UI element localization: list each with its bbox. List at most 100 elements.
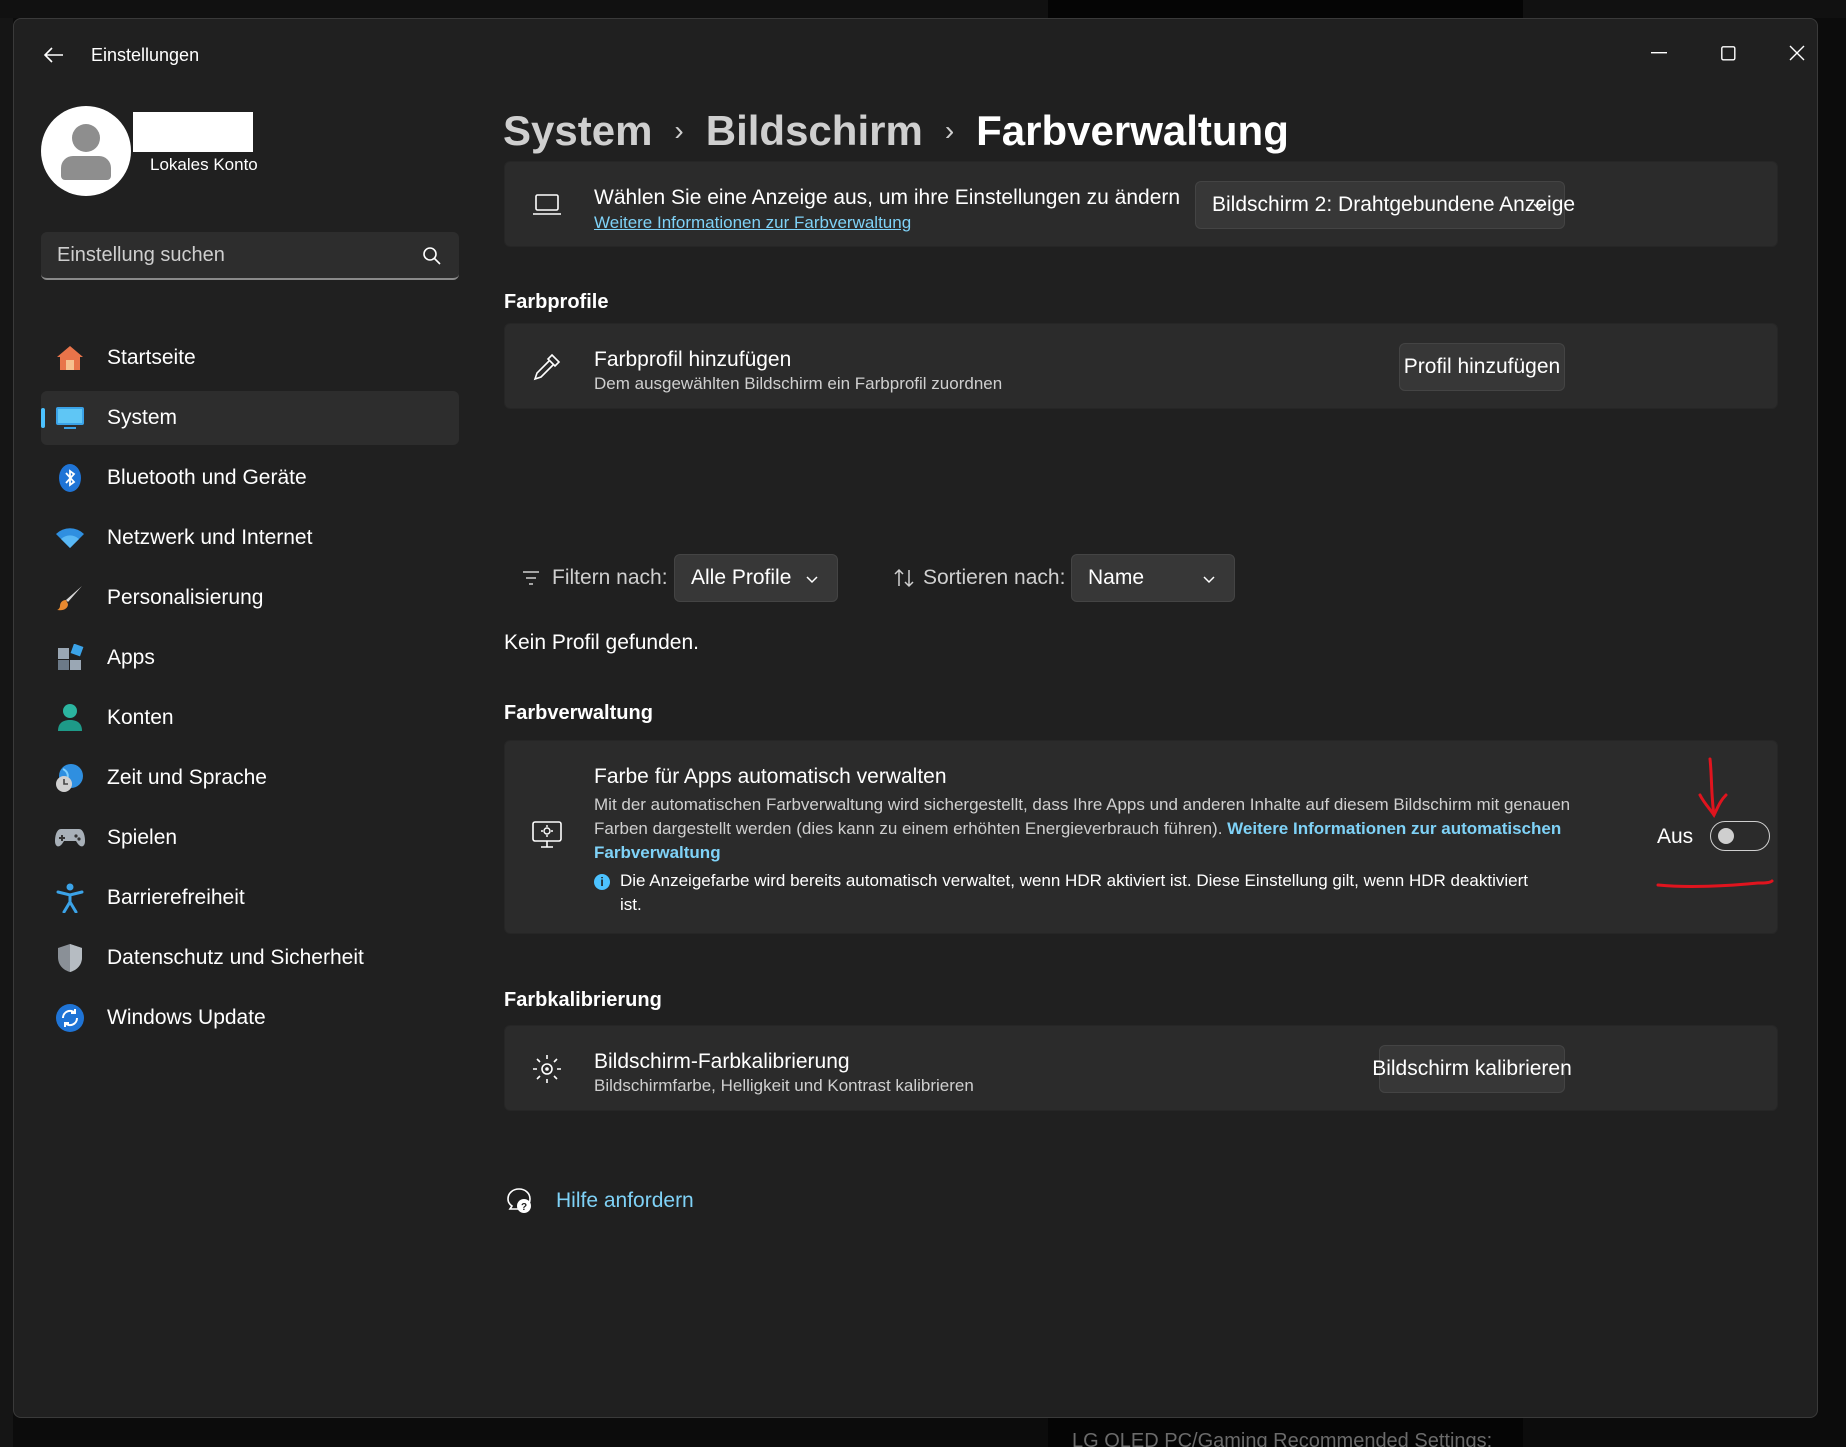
sidebar-item-label: Netzwerk und Internet [107, 526, 313, 549]
no-profile-message: Kein Profil gefunden. [504, 631, 699, 654]
filter-dropdown[interactable]: Alle Profile [674, 554, 838, 602]
breadcrumb: System › Bildschirm › Farbverwaltung [503, 107, 1289, 155]
close-button[interactable] [1767, 33, 1817, 73]
svg-text:?: ? [521, 1202, 527, 1213]
help-icon: ? [507, 1188, 531, 1213]
add-profile-button[interactable]: Profil hinzufügen [1399, 343, 1565, 391]
section-title-farbkalibrierung: Farbkalibrierung [504, 989, 662, 1011]
display-select-title: Wählen Sie eine Anzeige aus, um ihre Ein… [594, 186, 1181, 209]
minimize-button[interactable] [1629, 33, 1689, 73]
filter-label: Filtern nach: [552, 566, 668, 589]
display-color-icon [529, 817, 565, 853]
calibration-subtitle: Bildschirmfarbe, Helligkeit und Kontrast… [594, 1076, 974, 1095]
chevron-right-icon: › [944, 115, 955, 146]
sidebar-item-datenschutz[interactable]: Datenschutz und Sicherheit [41, 931, 459, 985]
brightness-icon [529, 1051, 565, 1087]
sidebar-item-system[interactable]: System [41, 391, 459, 445]
calibration-title: Bildschirm-Farbkalibrierung [594, 1050, 850, 1073]
sidebar-nav: Startseite System Bluetooth und Geräte N… [41, 331, 459, 1051]
avatar-body [61, 156, 111, 180]
sidebar-item-label: Startseite [107, 346, 196, 369]
sidebar-item-spielen[interactable]: Spielen [41, 811, 459, 865]
sidebar-item-personalisierung[interactable]: Personalisierung [41, 571, 459, 625]
chevron-down-icon [1533, 203, 1545, 211]
sidebar-item-label: Konten [107, 706, 174, 729]
hdr-info-text: Die Anzeigefarbe wird bereits automatisc… [620, 871, 1528, 914]
background-top-strip [0, 0, 1846, 18]
chevron-right-icon: › [674, 115, 684, 146]
sidebar-item-label: Windows Update [107, 1006, 266, 1029]
accessibility-icon [55, 883, 85, 913]
close-icon [1789, 45, 1805, 61]
search-box[interactable] [41, 232, 459, 280]
brush-icon [55, 583, 85, 613]
add-profile-subtitle: Dem ausgewählten Bildschirm ein Farbprof… [594, 374, 1003, 393]
sort-dropdown-value: Name [1088, 566, 1145, 589]
sidebar-item-konten[interactable]: Konten [41, 691, 459, 745]
user-name-redacted [133, 112, 253, 152]
background-text: LG OLED PC/Gaming Recommended Settings: [1072, 1430, 1493, 1447]
sidebar-item-windows-update[interactable]: Windows Update [41, 991, 459, 1045]
maximize-icon [1720, 45, 1736, 61]
chevron-down-icon [806, 576, 818, 584]
color-management-info-link[interactable]: Weitere Informationen zur Farbverwaltung [594, 213, 911, 233]
sidebar-item-label: System [107, 406, 178, 429]
breadcrumb-item-system[interactable]: System [503, 107, 652, 155]
section-title-farbprofile: Farbprofile [504, 291, 609, 313]
laptop-icon [529, 187, 565, 223]
toggle-state-label: Aus [1657, 825, 1694, 848]
sort-label: Sortieren nach: [923, 566, 1066, 589]
sidebar-item-bluetooth[interactable]: Bluetooth und Geräte [41, 451, 459, 505]
sort-dropdown[interactable]: Name [1071, 554, 1235, 602]
auto-color-description: Mit der automatischen Farbverwaltung wir… [594, 793, 1574, 865]
sidebar-item-startseite[interactable]: Startseite [41, 331, 459, 385]
minimize-icon [1651, 52, 1667, 54]
apps-icon [55, 643, 85, 673]
calibration-card: Bildschirm-Farbkalibrierung Bildschirmfa… [504, 1025, 1778, 1111]
display-dropdown[interactable]: Bildschirm 2: Drahtgebundene Anzeige [1195, 181, 1575, 229]
search-icon[interactable] [422, 246, 442, 266]
display-dropdown-value: Bildschirm 2: Drahtgebundene Anzeige [1212, 193, 1576, 216]
calibrate-button[interactable]: Bildschirm kalibrieren [1372, 1045, 1572, 1093]
display-select-card: Wählen Sie eine Anzeige aus, um ihre Ein… [504, 161, 1778, 247]
sidebar-item-label: Spielen [107, 826, 178, 849]
sidebar-item-apps[interactable]: Apps [41, 631, 459, 685]
sidebar-item-label: Personalisierung [107, 586, 264, 609]
maximize-button[interactable] [1698, 33, 1758, 73]
sidebar-item-zeit-sprache[interactable]: Zeit und Sprache [41, 751, 459, 805]
shield-icon [55, 943, 85, 973]
sidebar-item-barrierefreiheit[interactable]: Barrierefreiheit [41, 871, 459, 925]
wifi-icon [55, 523, 85, 553]
sort-icon [894, 568, 914, 588]
globe-clock-icon [55, 763, 85, 793]
back-arrow-icon [44, 47, 63, 63]
add-profile-title: Farbprofil hinzufügen [594, 348, 792, 371]
home-icon [55, 343, 85, 373]
background-left-strip [0, 18, 13, 1447]
eyedropper-icon [529, 349, 565, 385]
filter-dropdown-value: Alle Profile [691, 566, 792, 589]
sidebar-item-label: Bluetooth und Geräte [107, 466, 307, 489]
avatar[interactable] [41, 106, 131, 196]
sidebar-item-label: Apps [107, 646, 155, 669]
sidebar-item-label: Datenschutz und Sicherheit [107, 946, 364, 969]
search-input[interactable] [57, 232, 417, 278]
breadcrumb-item-bildschirm[interactable]: Bildschirm [706, 107, 923, 155]
auto-color-title: Farbe für Apps automatisch verwalten [594, 765, 947, 788]
toggle-knob [1718, 828, 1734, 844]
title-bar: Einstellungen [14, 19, 1817, 89]
avatar-head [72, 124, 100, 152]
help-label[interactable]: Hilfe anfordern [556, 1189, 694, 1213]
account-type: Lokales Konto [150, 155, 258, 174]
info-icon: i [594, 874, 610, 890]
auto-color-management-card: Farbe für Apps automatisch verwalten Mit… [504, 740, 1778, 934]
sidebar-item-label: Barrierefreiheit [107, 886, 245, 909]
auto-color-toggle[interactable] [1710, 821, 1770, 851]
settings-window: Einstellungen Lokales Konto Startseite [13, 18, 1818, 1418]
bluetooth-icon [55, 463, 85, 493]
background-top-dark [1048, 0, 1523, 18]
person-icon [55, 703, 85, 733]
sidebar-item-netzwerk[interactable]: Netzwerk und Internet [41, 511, 459, 565]
update-icon [55, 1003, 85, 1033]
back-button[interactable] [36, 39, 72, 71]
